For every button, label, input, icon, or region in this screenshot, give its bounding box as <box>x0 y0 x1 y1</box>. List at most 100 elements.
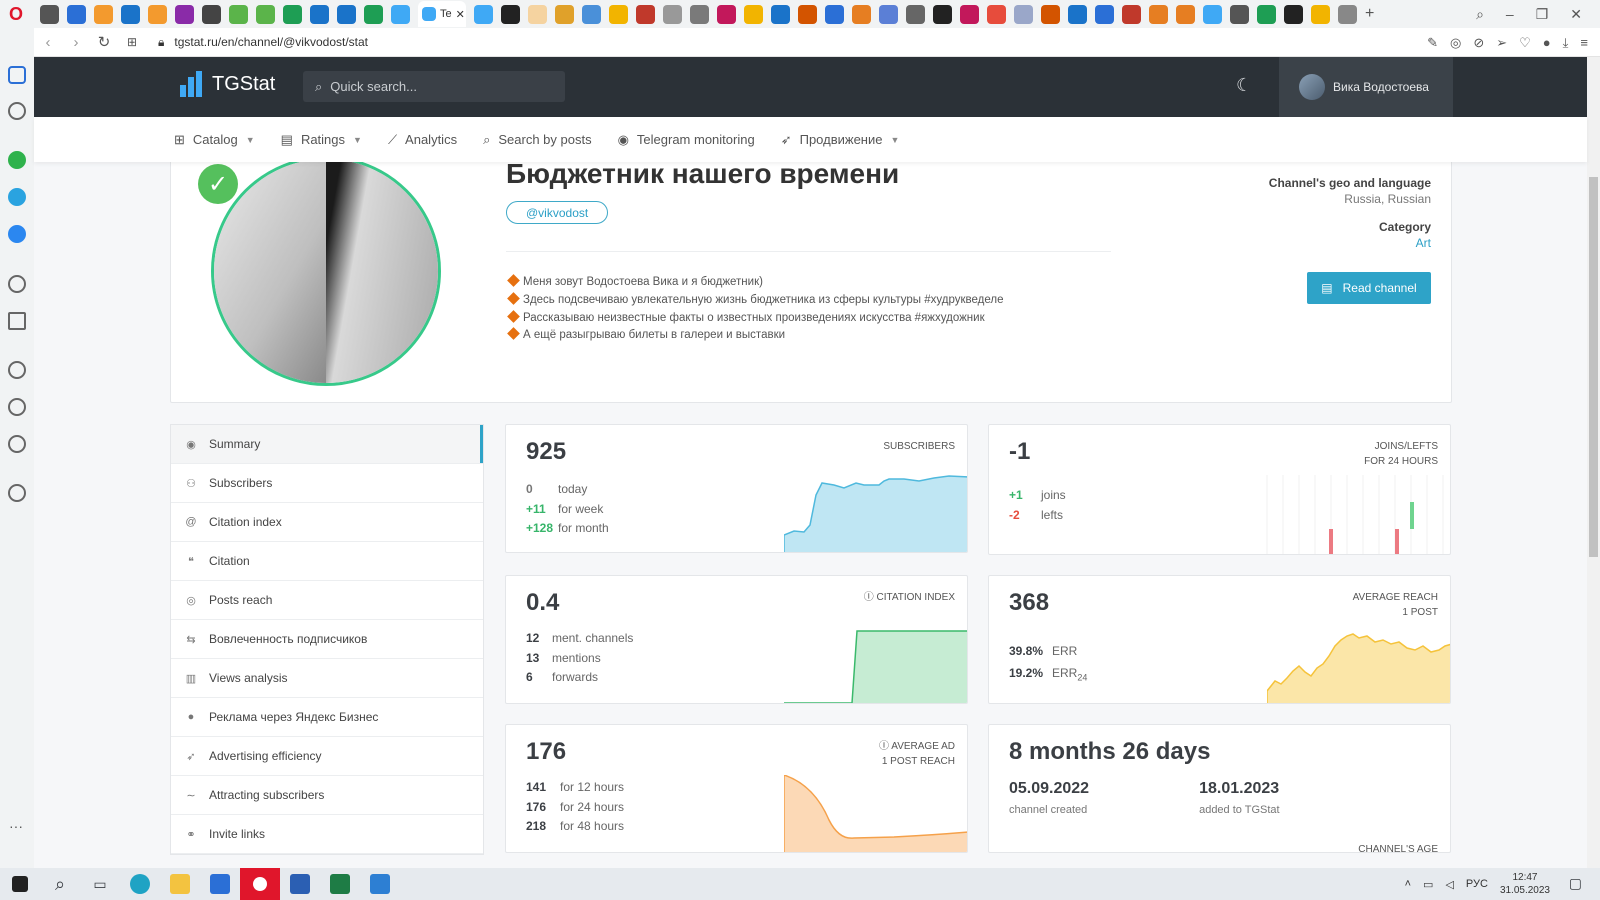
send-icon[interactable]: ➢ <box>1496 35 1507 51</box>
tab-icon[interactable] <box>256 4 275 24</box>
vk-icon[interactable] <box>8 225 26 243</box>
close-tab-icon[interactable]: ✕ <box>456 8 465 21</box>
tab-icon[interactable] <box>933 4 952 24</box>
tab-icon[interactable] <box>771 4 790 24</box>
tab-icon[interactable] <box>1284 4 1303 24</box>
page-scrollbar[interactable] <box>1587 57 1600 868</box>
tab-icon[interactable] <box>202 4 221 24</box>
nav-ratings[interactable]: ▤ Ratings ▼ <box>281 132 362 148</box>
search-icon[interactable]: ⌕ <box>40 868 80 900</box>
tab-icon[interactable] <box>229 4 248 24</box>
read-channel-button[interactable]: ▤ Read channel <box>1307 272 1431 304</box>
network-icon[interactable]: ▭ <box>1423 878 1433 891</box>
tab-icon[interactable] <box>501 4 520 24</box>
menu-item-citation-index[interactable]: @ Citation index <box>171 503 483 542</box>
active-tab[interactable]: Te ✕ <box>418 1 466 27</box>
chevron-up-icon[interactable]: ˄ <box>1405 878 1411 890</box>
menu-item-citation[interactable]: ❝ Citation <box>171 542 483 581</box>
camera-icon[interactable]: ◎ <box>1450 35 1461 51</box>
category-link[interactable]: Art <box>1269 236 1431 250</box>
opera-menu-icon[interactable]: O <box>0 0 32 28</box>
nav-analytics[interactable]: ⟋ Analytics <box>388 132 457 148</box>
scrollbar-thumb[interactable] <box>1589 177 1598 557</box>
menu-item-invite-links[interactable]: ⚭ Invite links <box>171 815 483 854</box>
menu-item-views-analysis[interactable]: ▥ Views analysis <box>171 659 483 698</box>
tab-icon[interactable] <box>67 4 86 24</box>
search-tabs-icon[interactable]: ⌕ <box>1476 6 1484 23</box>
tab-icon[interactable] <box>40 4 59 24</box>
info-icon[interactable]: ⓘ <box>864 592 877 603</box>
tab-icon[interactable] <box>1041 4 1060 24</box>
speed-dial-icon[interactable]: ⊞ <box>118 35 146 49</box>
start-icon[interactable] <box>0 868 40 900</box>
history-icon[interactable] <box>8 398 26 416</box>
quick-search-input[interactable]: ⌕ Quick search... <box>303 71 565 102</box>
heart-icon[interactable]: ♡ <box>1519 35 1531 51</box>
tab-icon[interactable] <box>337 4 356 24</box>
subscribers-card[interactable]: 925 SUBSCRIBERS 0 today +11 for week +128 f… <box>505 424 968 553</box>
nav-promotion[interactable]: ➶ Продвижение ▼ <box>781 132 900 148</box>
average-ad-reach-card[interactable]: 176 ⓘ AVERAGE AD 1 POST REACH 141 for 12 h… <box>505 724 968 853</box>
more-icon[interactable]: ··· <box>9 818 23 834</box>
player-icon[interactable] <box>8 275 26 293</box>
tab-icon[interactable] <box>798 4 817 24</box>
tab-icon[interactable] <box>310 4 329 24</box>
heart-icon[interactable] <box>8 361 26 379</box>
profile-icon[interactable]: ● <box>1543 35 1551 50</box>
nav-catalog[interactable]: ⊞ Catalog ▼ <box>174 132 255 148</box>
telegram-icon[interactable] <box>8 188 26 206</box>
minimize-icon[interactable]: – <box>1506 6 1514 22</box>
joins-lefts-card[interactable]: -1 JOINS/LEFTS FOR 24 HOURS +1 joins -2 lef… <box>988 424 1451 555</box>
user-menu[interactable]: Вика Водостоева <box>1279 57 1453 117</box>
nav-telegram-monitoring[interactable]: ◉ Telegram monitoring <box>618 132 755 148</box>
language-indicator[interactable]: РУС <box>1466 878 1488 890</box>
volume-icon[interactable]: ◁ <box>1445 878 1453 891</box>
average-reach-card[interactable]: 368 AVERAGE REACH 1 POST 39.8% ERR 19.2% ER… <box>988 575 1451 704</box>
download-icon[interactable]: ⤓ <box>1563 35 1569 51</box>
restore-icon[interactable]: ❐ <box>1536 6 1549 23</box>
menu-icon[interactable]: ≡ <box>1580 35 1588 50</box>
menu-item-subscribers[interactable]: ⚇ Subscribers <box>171 464 483 503</box>
tab-icon[interactable] <box>364 4 383 24</box>
tab-icon[interactable] <box>609 4 628 24</box>
tab-icon[interactable] <box>474 4 493 24</box>
tab-icon[interactable] <box>555 4 574 24</box>
tab-icon[interactable] <box>1122 4 1141 24</box>
menu-item-attracting[interactable]: ∼ Attracting subscribers <box>171 776 483 815</box>
excel-icon[interactable] <box>320 868 360 900</box>
menu-item-yandex-ads[interactable]: ● Реклама через Яндекс Бизнес <box>171 698 483 737</box>
tab-icon[interactable] <box>1338 4 1357 24</box>
edge-icon[interactable] <box>120 868 160 900</box>
tab-icon[interactable] <box>879 4 898 24</box>
tab-icon[interactable] <box>121 4 140 24</box>
menu-item-posts-reach[interactable]: ◎ Posts reach <box>171 581 483 620</box>
info-icon[interactable]: ⓘ <box>879 741 891 752</box>
opera-taskbar-icon[interactable] <box>240 868 280 900</box>
edit-icon[interactable]: ✎ <box>1427 35 1438 51</box>
tab-icon[interactable] <box>94 4 113 24</box>
settings-icon[interactable] <box>8 435 26 453</box>
tab-icon[interactable] <box>987 4 1006 24</box>
tab-icon[interactable] <box>1014 4 1033 24</box>
close-window-icon[interactable]: ✕ <box>1570 6 1582 23</box>
tab-icon[interactable] <box>906 4 925 24</box>
tab-icon[interactable] <box>175 4 194 24</box>
adblock-icon[interactable]: ⊘ <box>1473 35 1484 51</box>
channel-handle-link[interactable]: @vikvodost <box>506 201 609 224</box>
send-icon[interactable] <box>8 312 26 330</box>
forward-icon[interactable]: › <box>62 34 90 51</box>
tab-icon[interactable] <box>528 4 547 24</box>
mail-icon[interactable] <box>200 868 240 900</box>
explorer-icon[interactable] <box>160 868 200 900</box>
tgstat-logo[interactable]: TGStat <box>180 71 275 97</box>
dark-mode-icon[interactable]: ☾ <box>1236 75 1252 96</box>
citation-index-card[interactable]: 0.4 ⓘ CITATION INDEX 12 ment. channels 13… <box>505 575 968 704</box>
reload-icon[interactable]: ↻ <box>90 33 118 51</box>
tab-icon[interactable] <box>825 4 844 24</box>
back-icon[interactable]: ‹ <box>34 34 62 51</box>
tab-icon[interactable] <box>582 4 601 24</box>
menu-item-summary[interactable]: ◉ Summary <box>171 425 483 464</box>
url-field[interactable]: 🔒︎ tgstat.ru/en/channel/@vikvodost/stat <box>158 35 368 50</box>
tab-icon[interactable] <box>391 4 410 24</box>
tab-icon[interactable] <box>283 4 302 24</box>
